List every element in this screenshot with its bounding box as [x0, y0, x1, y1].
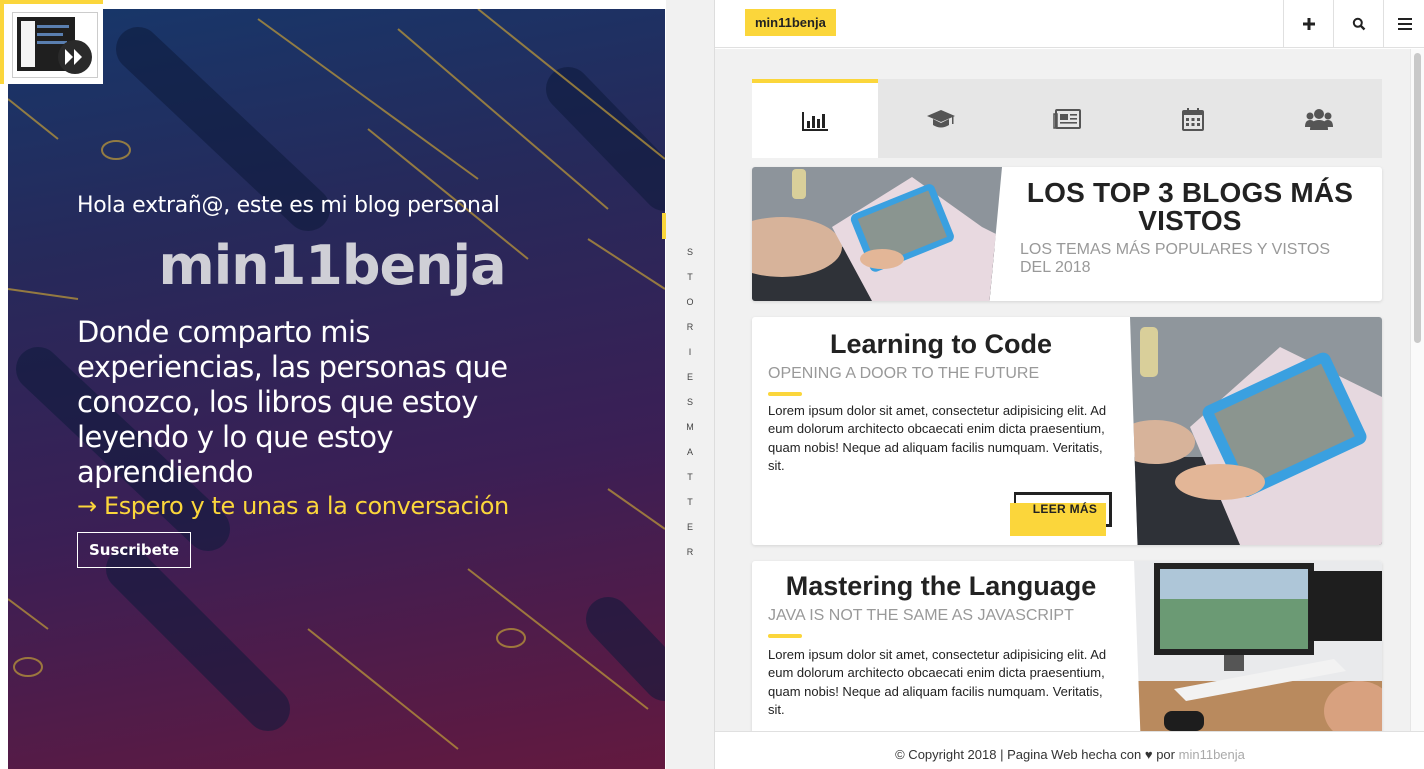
strip-word-stories: S T O R I E S [666, 240, 714, 415]
tab-community[interactable] [1256, 79, 1382, 158]
bar-chart-icon [802, 111, 828, 131]
post-subtitle: OPENING A DOOR TO THE FUTURE [768, 365, 1040, 382]
post-excerpt: Lorem ipsum dolor sit amet, consectetur … [768, 403, 1107, 473]
post-subtitle: JAVA IS NOT THE SAME AS JAVASCRIPT [768, 607, 1074, 624]
strip-letter: R [686, 322, 694, 332]
post-card: Learning to Code OPENING A DOOR TO THE F… [752, 317, 1382, 545]
post-accent-bar [768, 634, 802, 638]
fast-forward-logo-icon [17, 17, 92, 74]
hero-description: Donde comparto mis experiencias, las per… [77, 315, 508, 489]
scrollbar-thumb[interactable] [1414, 53, 1421, 343]
content-area: LOS TOP 3 BLOGS MÁS VISTOS LOS TEMAS MÁS… [715, 49, 1411, 731]
strip-accent-bar [662, 213, 666, 239]
category-tabs [752, 79, 1382, 158]
menu-button[interactable] [1383, 0, 1424, 48]
post-excerpt: Lorem ipsum dolor sit amet, consectetur … [768, 647, 1107, 717]
strip-letter: I [688, 347, 692, 357]
calendar-icon [1182, 107, 1204, 131]
strip-letter: S [686, 247, 693, 257]
newspaper-icon [1053, 108, 1081, 129]
users-icon [1305, 108, 1333, 130]
strip-letter: S [686, 397, 693, 407]
strip-letter: A [686, 447, 693, 457]
strip-word-matter: M A T T E R [666, 415, 714, 565]
page: Hola extrañ@, este es mi blog personal m… [0, 0, 1424, 769]
strip-letter: R [686, 547, 694, 557]
featured-tablet-image [752, 167, 1002, 301]
search-icon [1352, 17, 1365, 31]
strip-letter: M [686, 422, 694, 432]
post-card: Mastering the Language JAVA IS NOT THE S… [752, 561, 1382, 731]
strip-letter: T [687, 272, 693, 282]
tab-news[interactable] [1004, 79, 1130, 158]
vertical-tagline-strip: S T O R I E S M A T T E R [662, 0, 714, 769]
read-more-label: LEER MÁS [1032, 502, 1098, 516]
plus-icon [1302, 18, 1315, 30]
top-bar: min11benja [715, 0, 1424, 48]
strip-letter: E [686, 522, 693, 532]
add-button[interactable] [1283, 0, 1333, 48]
hero-content: Hola extrañ@, este es mi blog personal m… [77, 190, 547, 568]
strip-letter: T [687, 497, 693, 507]
blog-panel: min11benja LOS TOP 3 BLOGS MÁS VISTOS LO… [714, 0, 1424, 769]
post-title[interactable]: Learning to Code [752, 329, 1130, 360]
strip-letter: O [686, 297, 694, 307]
post-title[interactable]: Mastering the Language [752, 571, 1130, 602]
post-accent-bar [768, 392, 802, 396]
menu-icon [1397, 18, 1412, 30]
tab-calendar[interactable] [1130, 79, 1256, 158]
logo [12, 12, 98, 78]
subscribe-button[interactable]: Suscribete [77, 532, 192, 568]
footer: © Copyright 2018 | Pagina Web hecha con … [715, 731, 1424, 769]
strip-letter: E [686, 372, 693, 382]
strip-letter: T [687, 472, 693, 482]
post-computer-image [1134, 561, 1382, 731]
hero-brand-title: min11benja [158, 234, 506, 297]
featured-card[interactable]: LOS TOP 3 BLOGS MÁS VISTOS LOS TEMAS MÁS… [752, 167, 1382, 301]
tab-stats[interactable] [752, 79, 878, 158]
logo-frame[interactable] [0, 0, 103, 84]
hero-greeting: Hola extrañ@, este es mi blog personal [77, 193, 500, 218]
brand-badge[interactable]: min11benja [745, 9, 836, 36]
footer-copyright: © Copyright 2018 | Pagina Web hecha con … [895, 747, 1175, 762]
tab-education[interactable] [878, 79, 1004, 158]
scrollbar[interactable] [1410, 49, 1424, 731]
hero-section: Hola extrañ@, este es mi blog personal m… [0, 0, 666, 769]
post-tablet-image [1130, 317, 1382, 545]
featured-title: LOS TOP 3 BLOGS MÁS VISTOS [1026, 177, 1354, 236]
footer-author-link[interactable]: min11benja [1179, 747, 1245, 762]
search-button[interactable] [1333, 0, 1383, 48]
featured-subtitle: LOS TEMAS MÁS POPULARES Y VISTOS DEL 201… [1020, 241, 1331, 276]
hero-cta-text: → Espero y te unas a la conversación [77, 492, 509, 520]
read-more-button[interactable]: LEER MÁS [1010, 492, 1112, 536]
graduation-cap-icon [927, 109, 955, 127]
